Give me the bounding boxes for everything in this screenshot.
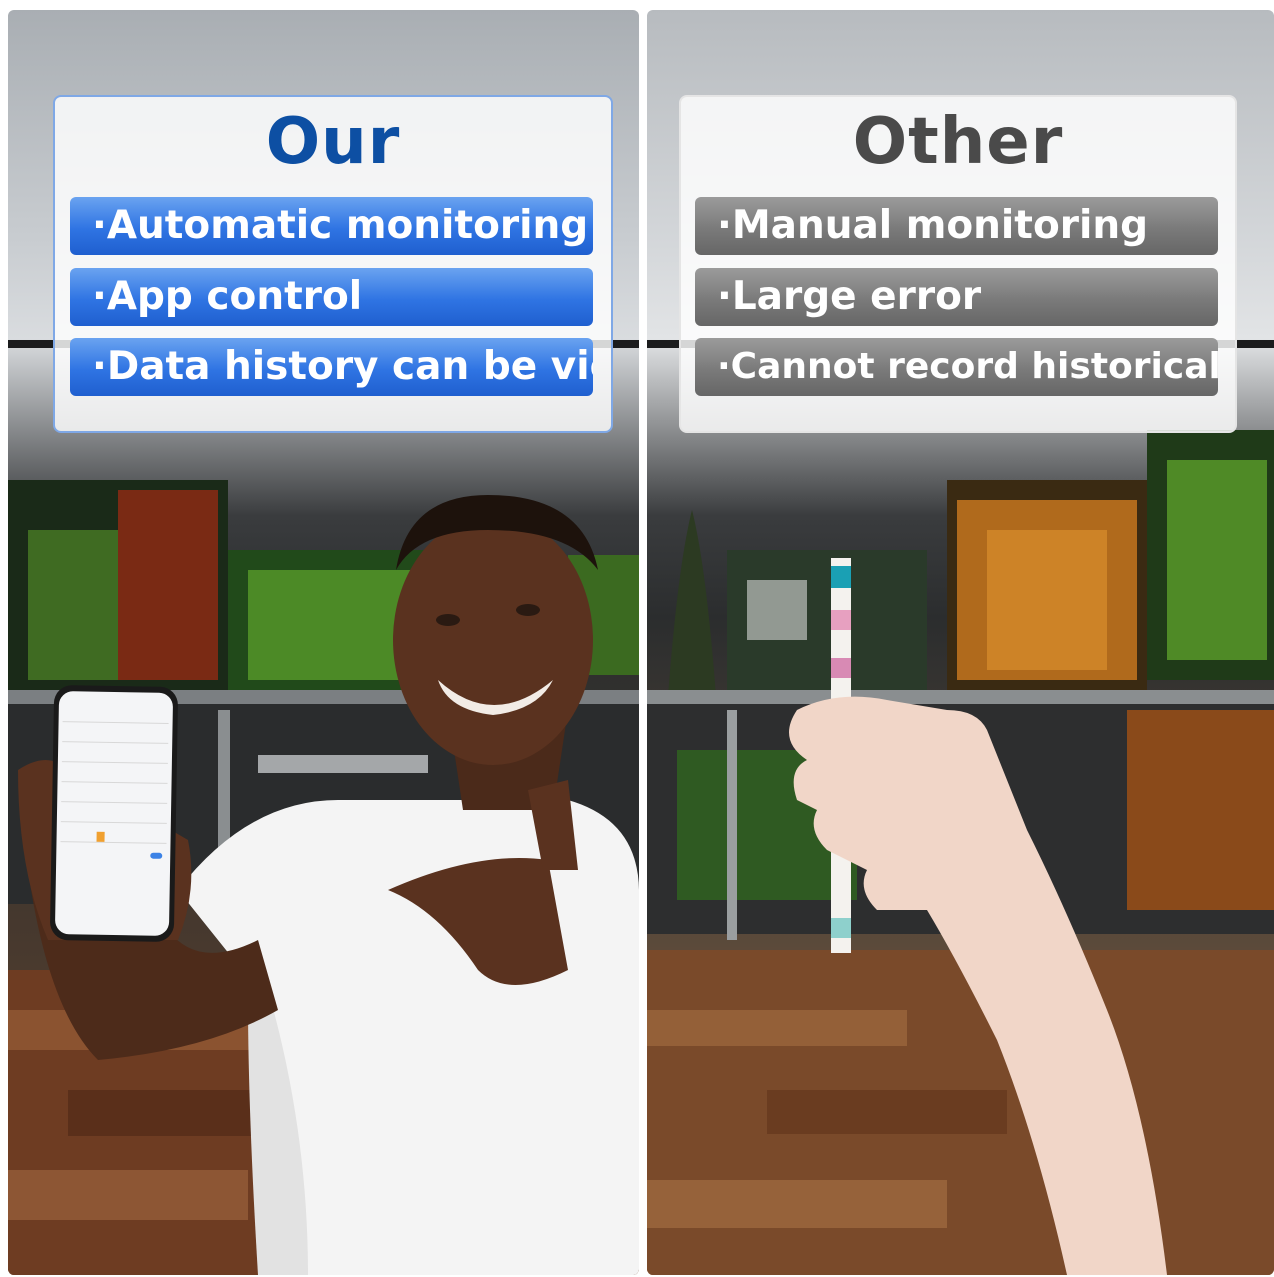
our-comparison-card: Our ·Automatic monitoring ·App control ·… <box>53 95 613 433</box>
phone-app-screen <box>54 691 174 936</box>
other-feature-no-history: ·Cannot record historical data <box>695 338 1218 396</box>
our-feature-automatic-monitoring: ·Automatic monitoring <box>70 197 593 255</box>
our-feature-app-control: ·App control <box>70 268 593 326</box>
other-title: Other <box>852 105 1064 179</box>
our-title: Our <box>265 105 401 179</box>
other-comparison-card: Other ·Manual monitoring ·Large error ·C… <box>679 95 1237 433</box>
our-feature-data-history: ·Data history can be viewed <box>70 338 593 396</box>
other-feature-large-error: ·Large error <box>695 268 1218 326</box>
smartphone-image <box>49 684 179 943</box>
panel-divider <box>639 0 647 1277</box>
other-feature-manual-monitoring: ·Manual monitoring <box>695 197 1218 255</box>
